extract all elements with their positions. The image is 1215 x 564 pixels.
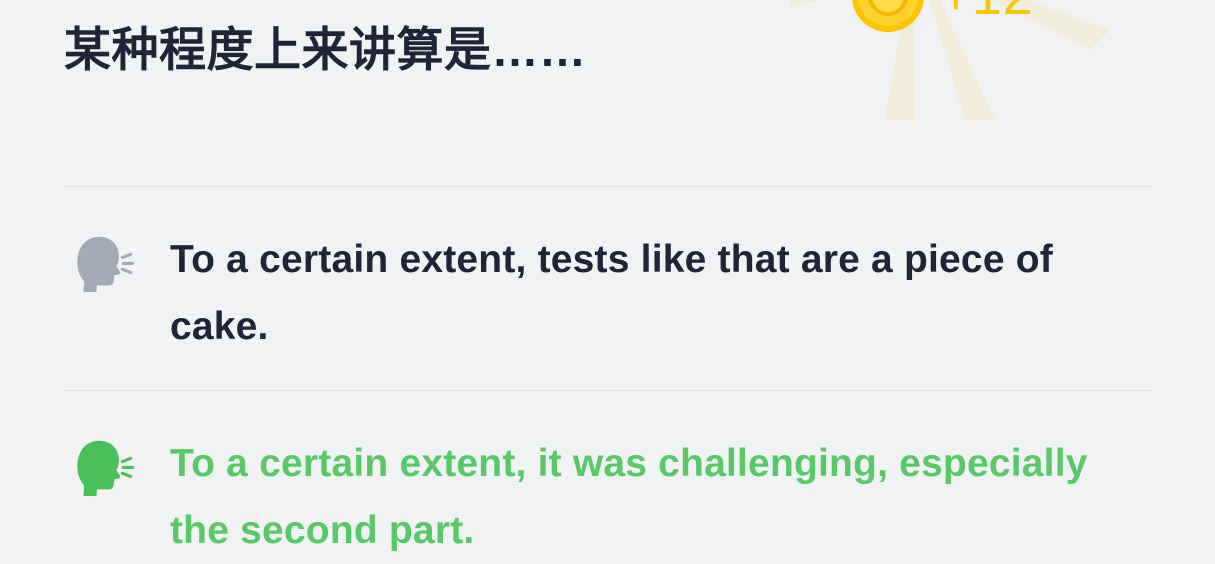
speaking-head-icon[interactable] <box>72 230 134 292</box>
speaking-head-icon[interactable] <box>72 434 134 496</box>
answer-text: To a certain extent, tests like that are… <box>170 238 1053 348</box>
divider <box>63 186 1152 187</box>
answer-text: To a certain extent, it was challenging,… <box>170 442 1088 552</box>
coin-face <box>868 0 908 16</box>
divider <box>63 390 1152 391</box>
coin-reward-count: +12 <box>940 0 1033 26</box>
prompt-title: 某种程度上来讲算是…… <box>64 23 587 76</box>
